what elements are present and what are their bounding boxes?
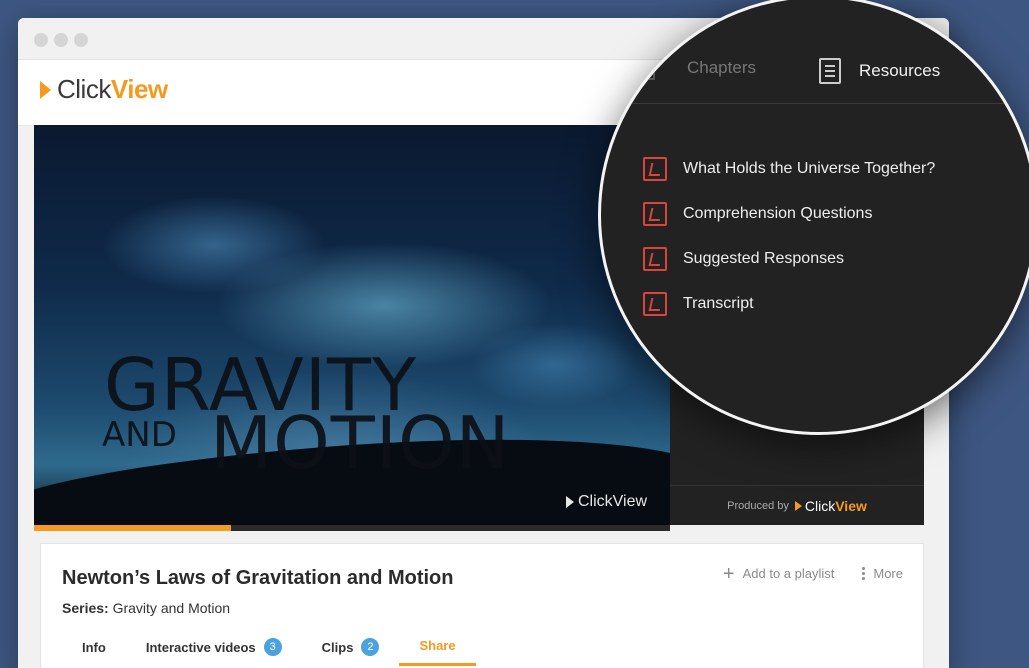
produced-by-footer: Produced by Click View [670,485,924,525]
resource-label: Suggested Responses [683,249,844,267]
series-label: Series: [62,600,109,616]
add-to-playlist-label: Add to a playlist [742,566,835,581]
pdf-icon [643,201,667,226]
play-triangle-icon [40,80,51,99]
plus-icon: + [722,562,735,585]
tab-share-label: Share [419,638,456,653]
window-minimize-dot[interactable] [54,33,68,47]
more-vertical-icon [862,567,866,580]
tab-clips[interactable]: Clips 2 [302,634,400,666]
video-watermark-logo: Click View [566,493,647,511]
pdf-icon [643,246,667,271]
resources-magnifier: Chapters Resources What Holds the Univer… [598,0,1029,435]
tab-share[interactable]: Share [399,634,476,666]
pdf-icon [643,156,667,181]
logo-click-text: Click [57,74,111,104]
video-title: Newton’s Laws of Gravitation and Motion [62,567,454,589]
clickview-logo[interactable]: Click View [40,74,168,105]
tab-interactive-videos-label: Interactive videos [145,639,256,655]
interactive-videos-count-badge: 3 [263,638,282,656]
resource-label: What Holds the Universe Together? [683,159,936,177]
poster-title-and: AND [102,415,177,455]
video-progress-fill [34,525,232,531]
tab-resources[interactable]: Resources [819,58,940,84]
more-button[interactable]: More [862,566,903,581]
resources-list: What Holds the Universe Together? Compre… [643,146,935,326]
watermark-view-text: View [612,493,648,510]
resource-label: Transcript [683,294,754,312]
watermark-click-text: Click [578,493,613,510]
poster-title-motion: MOTION [210,401,511,485]
tab-chapters-label: Chapters [687,58,756,77]
resource-item[interactable]: Comprehension Questions [643,191,935,236]
panel-tabs: Chapters Resources [601,38,1029,104]
resource-item[interactable]: Suggested Responses [643,236,935,281]
tab-chapters[interactable]: Chapters [687,58,756,78]
info-tabs: Info Interactive videos 3 Clips 2 Share [62,634,476,666]
document-icon [819,58,841,84]
play-triangle-icon [566,496,574,508]
resource-item[interactable]: What Holds the Universe Together? [643,146,935,191]
produced-brand-click: Click [804,497,836,514]
add-to-playlist-button[interactable]: + Add to a playlist [722,562,835,585]
video-actions: + Add to a playlist More [722,562,903,585]
tab-interactive-videos[interactable]: Interactive videos 3 [126,634,302,666]
window-close-dot[interactable] [34,33,48,47]
video-frame[interactable]: GRAVITY AND MOTION Click View [34,125,670,525]
produced-by-label: Produced by [727,499,789,512]
more-label: More [873,566,903,581]
chapters-list-icon [641,58,655,80]
tab-info[interactable]: Info [62,634,126,666]
video-info-card: Newton’s Laws of Gravitation and Motion … [40,543,924,668]
window-maximize-dot[interactable] [74,33,88,47]
resource-label: Comprehension Questions [683,204,873,222]
play-triangle-icon [794,500,802,511]
logo-view-text: View [110,74,168,104]
tab-clips-label: Clips [321,639,354,655]
resource-item[interactable]: Transcript [643,281,935,326]
video-progress-bar[interactable] [34,525,670,531]
produced-brand-view: View [835,497,867,514]
tab-info-label: Info [82,639,106,655]
clips-count-badge: 2 [361,638,380,656]
series-value[interactable]: Gravity and Motion [113,600,231,616]
pdf-icon [643,291,667,316]
series-line: Series: Gravity and Motion [62,600,230,616]
produced-by-logo[interactable]: Click View [794,497,867,514]
tab-resources-label: Resources [859,61,941,80]
